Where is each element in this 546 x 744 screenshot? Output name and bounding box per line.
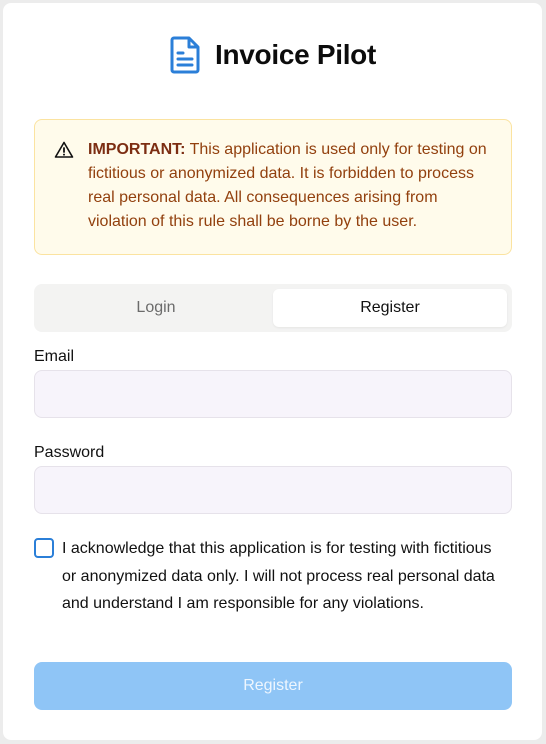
document-icon <box>170 36 200 74</box>
app-title: Invoice Pilot <box>214 39 377 70</box>
acknowledge-label: I acknowledge that this application is f… <box>62 540 495 612</box>
auth-card: Invoice Pilot IMPORTANT: This applicatio… <box>3 3 542 740</box>
tab-login[interactable]: Login <box>39 289 273 327</box>
register-button[interactable]: Register <box>34 662 512 710</box>
auth-tabs: Login Register <box>34 284 512 332</box>
password-label: Password <box>34 444 105 461</box>
app-header: Invoice Pilot <box>3 33 542 77</box>
password-input[interactable] <box>34 466 512 514</box>
alert-message: IMPORTANT: This application is used only… <box>88 138 489 234</box>
email-label: Email <box>34 348 75 365</box>
warning-triangle-icon <box>54 141 74 158</box>
acknowledge-checkbox[interactable] <box>34 538 54 558</box>
alert-strong-label: IMPORTANT: <box>88 141 186 158</box>
email-input[interactable] <box>34 370 512 418</box>
important-alert: IMPORTANT: This application is used only… <box>34 119 512 255</box>
tab-register[interactable]: Register <box>273 289 507 327</box>
